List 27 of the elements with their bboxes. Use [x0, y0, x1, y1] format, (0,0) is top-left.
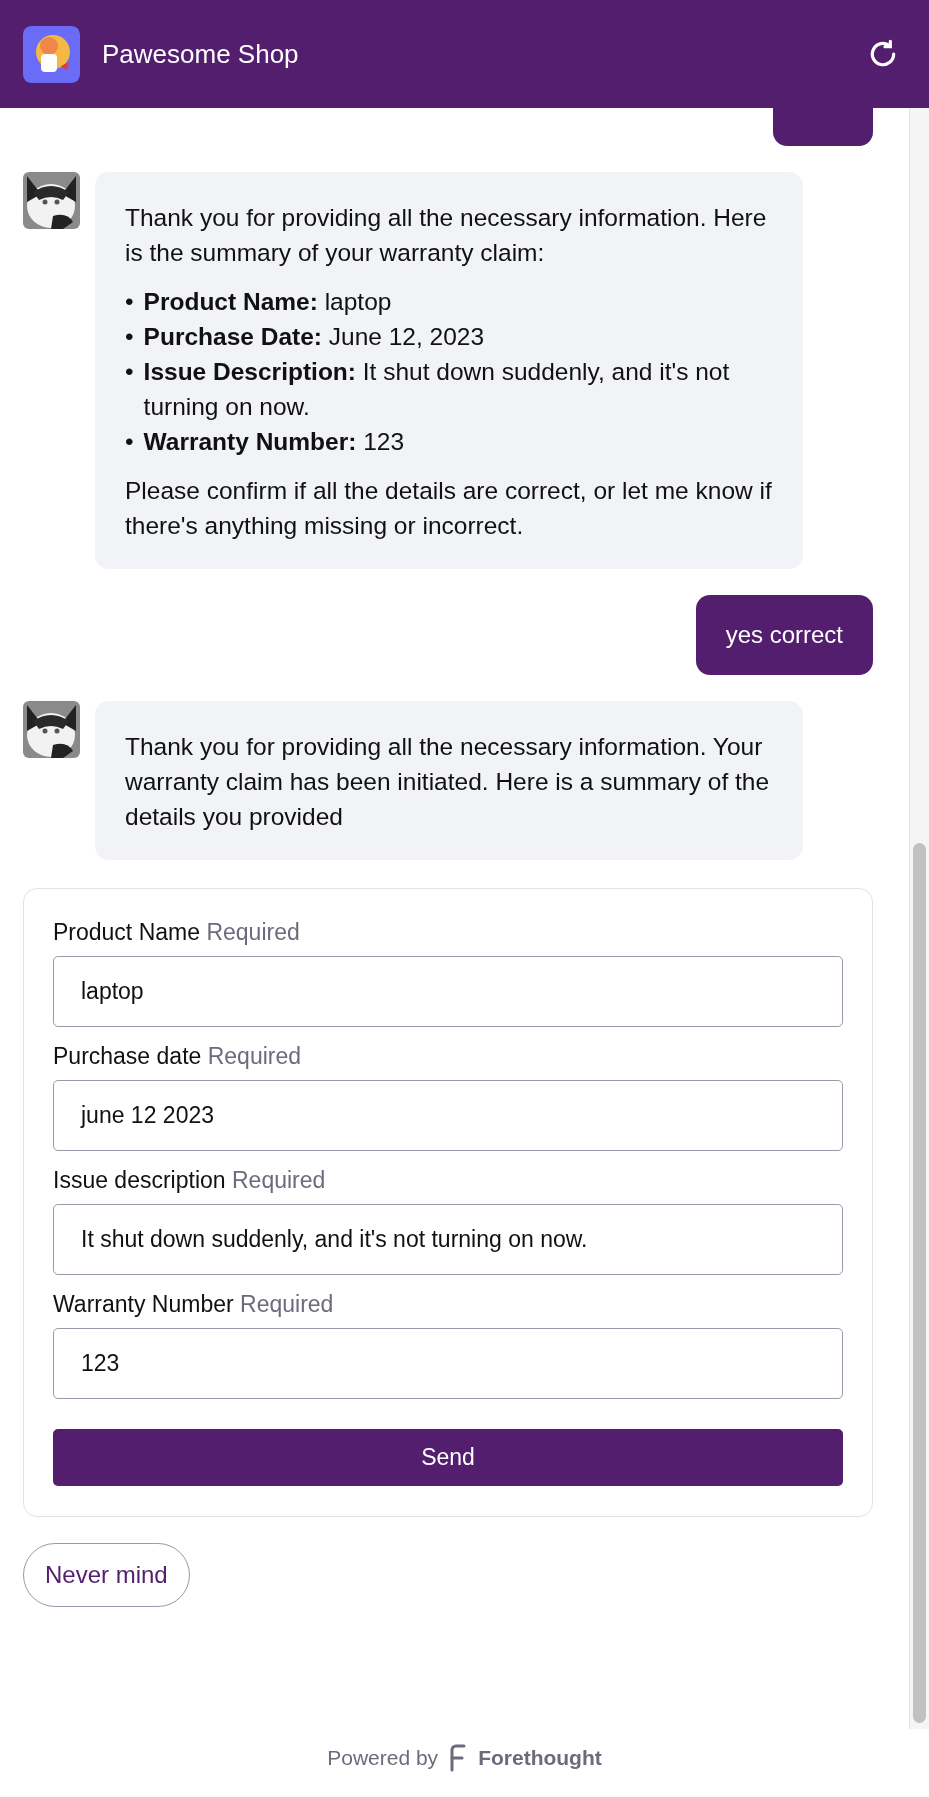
brand-name: Forethought — [478, 1746, 602, 1770]
user-message: yes correct — [695, 595, 873, 675]
field-label: Warranty Number Required — [53, 1291, 335, 1318]
summary-item: Purchase Date: June 12, 2023 — [143, 322, 485, 352]
field-label: Issue description Required — [53, 1167, 327, 1194]
message-text: Please confirm if all the details are correct, or let me know if there's anything missing or incorrect. — [125, 476, 773, 541]
bullet: • — [125, 357, 134, 387]
field-label: Purchase date Required — [53, 1043, 303, 1070]
bullet: • — [125, 322, 134, 352]
input-field[interactable]: 123 — [53, 1328, 843, 1399]
summary-item: Issue Description: It shut down suddenly, and it's not turning on now. — [143, 357, 731, 422]
powered-by-text: Powered by — [327, 1746, 439, 1770]
scrollbar[interactable] — [909, 108, 929, 1729]
input-field[interactable]: laptop — [53, 956, 843, 1027]
input-field[interactable]: june 12 2023 — [53, 1080, 843, 1151]
field-label: Product Name Required — [53, 919, 301, 946]
summary-item: Product Name: laptop — [143, 287, 392, 317]
bullet: • — [125, 427, 134, 457]
never-mind-button[interactable]: Never mind — [23, 1543, 190, 1607]
bullet: • — [125, 287, 134, 317]
input-field[interactable]: It shut down suddenly, and it's not turning on now. — [53, 1204, 843, 1275]
send-button[interactable]: Send — [53, 1429, 843, 1486]
message-text: Thank you for providing all the necessary information. Here is the summary of your warranty claim: — [125, 203, 768, 268]
message-text: Thank you for providing all the necessary information. Your warranty claim has been initiated. Here is a summary of the details you provided — [125, 732, 771, 832]
shop-title: Pawesome Shop — [102, 38, 300, 70]
summary-item: Warranty Number: 123 — [143, 427, 405, 457]
logo-icon — [23, 25, 80, 83]
